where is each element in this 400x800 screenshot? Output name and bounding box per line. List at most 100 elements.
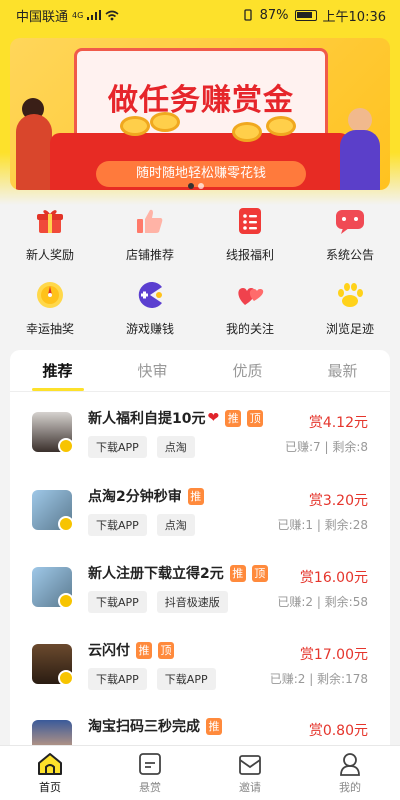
carousel-indicator xyxy=(188,183,204,189)
nav-profile[interactable]: 我的 xyxy=(300,746,400,800)
nav-label: 首页 xyxy=(39,781,61,794)
tab-fast-review[interactable]: 快审 xyxy=(105,360,200,381)
tag-top: 顶 xyxy=(251,564,268,582)
task-remaining: 剩余:28 xyxy=(324,518,368,532)
heart-icon: ❤ xyxy=(207,410,220,426)
grid-item-system-notice[interactable]: 系统公告 xyxy=(300,200,400,274)
tag-recommend: 推 xyxy=(225,409,242,427)
task-chips: 下载APP 点淘 xyxy=(88,436,195,458)
task-avatar xyxy=(32,720,72,745)
task-title: 云闪付 推 顶 xyxy=(88,640,174,660)
task-row[interactable]: 新人福利自提10元 ❤ 推 顶 下载APP 点淘 赏4.12元 已赚:7 | 剩… xyxy=(10,402,390,478)
task-title-text: 新人福利自提10元 xyxy=(88,411,206,427)
nav-label: 悬赏 xyxy=(139,781,161,794)
task-row[interactable]: 淘宝扫码三秒完成 推 赏0.80元 xyxy=(10,710,390,745)
task-title: 点淘2分钟秒审 推 xyxy=(88,486,204,506)
nav-label: 我的 xyxy=(339,781,361,794)
task-reward: 赏4.12元 xyxy=(308,415,368,431)
task-chip: 下载APP xyxy=(88,591,147,613)
message-icon xyxy=(335,206,365,236)
task-chip: 下载APP xyxy=(88,514,147,536)
grid-item-lucky-draw[interactable]: 幸运抽奖 xyxy=(0,274,100,348)
task-chip: 下载APP xyxy=(88,668,147,690)
task-title-text: 新人注册下载立得2元 xyxy=(88,566,224,582)
nav-reward[interactable]: 悬赏 xyxy=(100,746,200,800)
task-row[interactable]: 点淘2分钟秒审 推 下载APP 点淘 赏3.20元 已赚:1 | 剩余:28 xyxy=(10,480,390,556)
nav-label: 邀请 xyxy=(239,781,261,794)
task-list-card: 推荐 快审 优质 最新 新人福利自提10元 ❤ 推 顶 下载APP 点淘 赏4.… xyxy=(10,350,390,745)
task-stats: 已赚:2 | 剩余:178 xyxy=(269,672,368,686)
status-bar: 中国联通 4G 87% 上午10:36 xyxy=(0,0,400,30)
tag-recommend: 推 xyxy=(187,487,204,505)
task-title: 新人注册下载立得2元 推 顶 xyxy=(88,563,268,583)
tag-recommend: 推 xyxy=(229,564,246,582)
grid-item-deal-benefits[interactable]: 线报福利 xyxy=(200,200,300,274)
grid-item-game-earn[interactable]: 游戏赚钱 xyxy=(100,274,200,348)
tab-latest[interactable]: 最新 xyxy=(295,360,390,381)
task-chip: 点淘 xyxy=(156,436,195,458)
task-chip: 抖音极速版 xyxy=(156,591,228,613)
task-stats: 已赚:2 | 剩余:58 xyxy=(277,595,368,609)
carrier-label: 中国联通 xyxy=(16,9,69,25)
coin-icon xyxy=(266,116,296,136)
task-row[interactable]: 新人注册下载立得2元 推 顶 下载APP 抖音极速版 赏16.00元 已赚:2 … xyxy=(10,557,390,633)
task-earned: 已赚:7 xyxy=(284,440,321,454)
grid-item-new-user-reward[interactable]: 新人奖励 xyxy=(0,200,100,274)
tab-recommended[interactable]: 推荐 xyxy=(10,360,105,381)
grid-label: 新人奖励 xyxy=(25,248,74,262)
nav-invite[interactable]: 邀请 xyxy=(200,746,300,800)
task-stats: 已赚:1 | 剩余:28 xyxy=(277,518,368,532)
task-chips: 下载APP 下载APP xyxy=(88,668,216,690)
tab-quality[interactable]: 优质 xyxy=(200,360,295,381)
task-earned: 已赚:1 xyxy=(277,518,313,532)
task-row[interactable]: 云闪付 推 顶 下载APP 下载APP 赏17.00元 已赚:2 | 剩余:17… xyxy=(10,634,390,710)
verified-badge-icon xyxy=(58,516,74,532)
task-tabs: 推荐 快审 优质 最新 xyxy=(10,350,390,392)
tag-top: 顶 xyxy=(247,409,264,427)
task-title: 淘宝扫码三秒完成 推 xyxy=(88,716,222,736)
tag-top: 顶 xyxy=(158,641,174,659)
tag-recommend: 推 xyxy=(206,717,222,735)
task-earned: 已赚:2 xyxy=(269,672,306,686)
hearts-icon xyxy=(235,280,265,310)
grid-item-shop-recommend[interactable]: 店铺推荐 xyxy=(100,200,200,274)
task-title: 新人福利自提10元 ❤ 推 顶 xyxy=(88,408,264,428)
grid-item-browse-history[interactable]: 浏览足迹 xyxy=(300,274,400,348)
active-tab-indicator xyxy=(32,388,84,391)
banner-person-right-head xyxy=(348,108,372,132)
task-stats: 已赚:7 | 剩余:8 xyxy=(284,440,368,454)
signal-icon xyxy=(87,10,102,20)
task-title-text: 云闪付 xyxy=(88,643,130,659)
paw-icon xyxy=(335,280,365,310)
task-remaining: 剩余:58 xyxy=(324,595,368,609)
task-chips: 下载APP 点淘 xyxy=(88,514,195,536)
thumbs-up-icon xyxy=(135,206,165,236)
bottom-nav: 首页 悬赏 邀请 我的 xyxy=(0,745,400,800)
network-type: 4G xyxy=(72,10,84,20)
lottery-icon xyxy=(35,280,65,310)
carousel-dot xyxy=(198,183,204,189)
list-icon xyxy=(235,206,265,236)
grid-label: 浏览足迹 xyxy=(325,322,374,336)
task-title-text: 点淘2分钟秒审 xyxy=(88,489,182,505)
grid-label: 线报福利 xyxy=(225,248,274,262)
carousel-dot xyxy=(188,183,194,189)
banner-person-left xyxy=(16,114,52,190)
task-remaining: 剩余:178 xyxy=(317,672,368,686)
battery-icon xyxy=(294,9,317,21)
gift-icon xyxy=(35,206,65,236)
coin-icon xyxy=(232,122,262,142)
banner-person-right xyxy=(340,130,380,190)
grid-label: 店铺推荐 xyxy=(125,248,174,262)
nav-home[interactable]: 首页 xyxy=(0,746,100,800)
banner-title: 做任务赚赏金 xyxy=(108,83,294,118)
vibrate-icon xyxy=(243,9,252,21)
verified-badge-icon xyxy=(58,438,74,454)
grid-item-my-follow[interactable]: 我的关注 xyxy=(200,274,300,348)
task-chip: 下载APP xyxy=(88,436,147,458)
task-chip: 点淘 xyxy=(156,514,195,536)
feature-grid: 新人奖励 店铺推荐 线报福利 系统公告 幸运抽奖 游戏赚钱 我的关注 浏览足迹 xyxy=(0,200,400,348)
coin-icon xyxy=(120,116,150,136)
profile-icon xyxy=(340,753,360,776)
clock: 上午10:36 xyxy=(322,9,386,25)
